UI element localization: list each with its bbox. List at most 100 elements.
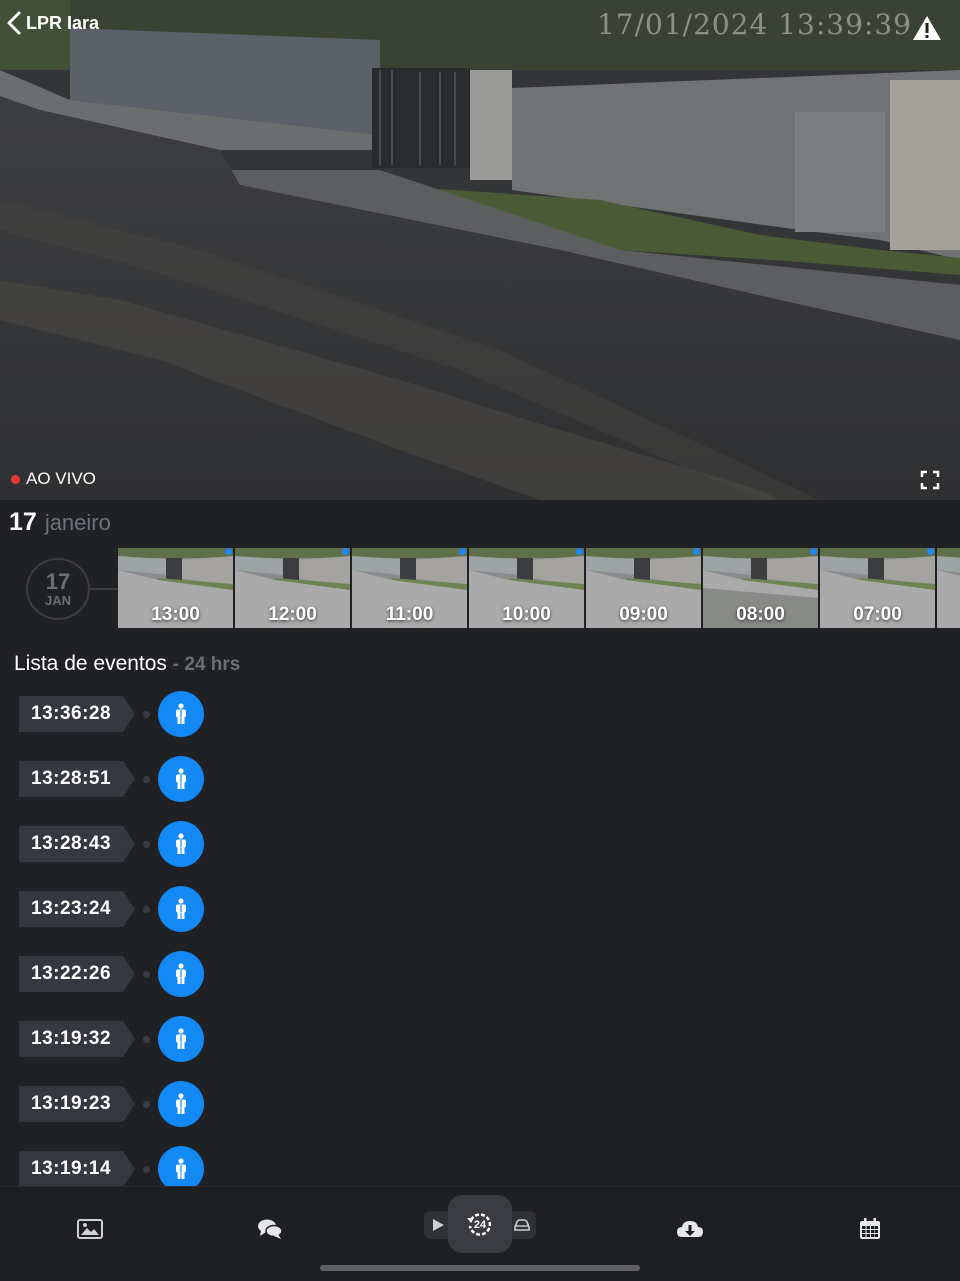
event-row[interactable]: 13:19:23 — [19, 1080, 204, 1128]
svg-text:24: 24 — [474, 1219, 487, 1231]
thumbnail-image — [937, 548, 960, 628]
fullscreen-icon[interactable] — [920, 470, 940, 490]
chat-icon — [258, 1219, 283, 1239]
event-marker — [459, 548, 466, 555]
event-connector — [143, 710, 150, 718]
day-badge[interactable]: 17 JAN — [26, 558, 90, 620]
events-title: Lista de eventos — [14, 652, 167, 675]
date-month: janeiro — [44, 510, 111, 535]
thumbnail-time-label: 12:00 — [268, 604, 317, 625]
event-connector — [143, 840, 150, 848]
event-time: 13:19:32 — [19, 1021, 135, 1057]
day-badge-month: JAN — [44, 593, 71, 608]
calendar-button[interactable] — [848, 1209, 892, 1249]
thumbnail-time-label: 07:00 — [853, 604, 902, 625]
person-icon — [176, 963, 186, 984]
chevron-left-icon — [7, 11, 21, 35]
events-subtitle: - 24 hrs — [172, 654, 241, 675]
timeline-connector — [89, 588, 118, 590]
event-marker — [342, 548, 349, 555]
event-time-text: 13:28:43 — [31, 833, 112, 854]
chat-button[interactable] — [248, 1209, 292, 1249]
live-label: AO VIVO — [26, 469, 96, 488]
timeline-thumbnail[interactable] — [937, 548, 960, 628]
person-icon — [176, 1158, 186, 1179]
event-time-text: 13:22:26 — [31, 963, 112, 984]
home-indicator[interactable] — [320, 1265, 640, 1271]
person-event-button[interactable] — [158, 1016, 204, 1062]
event-connector — [143, 1035, 150, 1043]
event-time: 13:28:51 — [19, 761, 135, 797]
event-row[interactable]: 13:28:43 — [19, 820, 204, 868]
thumbnail-time-label: 09:00 — [619, 604, 668, 625]
camera-title: LPR Iara — [26, 12, 100, 33]
person-event-button[interactable] — [158, 821, 204, 867]
event-connector — [143, 970, 150, 978]
timeline-thumbnail[interactable]: 09:00 — [586, 548, 701, 628]
play-icon — [433, 1219, 444, 1231]
person-event-button[interactable] — [158, 1146, 204, 1186]
vehicle-filter-button[interactable] — [508, 1211, 536, 1239]
event-time-text: 13:19:14 — [31, 1158, 112, 1179]
event-row[interactable]: 13:23:24 — [19, 885, 204, 933]
events-header: Lista de eventos - 24 hrs — [14, 652, 240, 676]
live-indicator: AO VIVO — [11, 469, 96, 489]
event-connector — [143, 905, 150, 913]
person-event-button[interactable] — [158, 756, 204, 802]
event-row[interactable]: 13:28:51 — [19, 755, 204, 803]
event-row[interactable]: 13:22:26 — [19, 950, 204, 998]
event-row[interactable]: 13:19:14 — [19, 1145, 204, 1186]
event-time: 13:19:14 — [19, 1151, 135, 1186]
timeline-thumbnail[interactable]: 13:00 — [118, 548, 233, 628]
camera-image — [0, 0, 960, 500]
event-time-text: 13:36:28 — [31, 703, 112, 724]
thumbnail-time-label: 13:00 — [151, 604, 200, 625]
date-day: 17 — [9, 508, 37, 536]
live-dot — [11, 474, 20, 484]
person-event-button[interactable] — [158, 691, 204, 737]
osd-timestamp: 17/01/2024 13:39:39 — [596, 8, 912, 41]
event-connector — [143, 1100, 150, 1108]
person-icon — [176, 1028, 186, 1049]
timeline-thumbnail[interactable]: 08:00 — [703, 548, 818, 628]
event-time: 13:28:43 — [19, 826, 135, 862]
event-row[interactable]: 13:36:28 — [19, 690, 204, 738]
event-time: 13:19:23 — [19, 1086, 135, 1122]
person-icon — [176, 833, 186, 854]
person-event-button[interactable] — [158, 886, 204, 932]
event-connector — [143, 1165, 150, 1173]
event-marker — [693, 548, 700, 555]
cloud-download-button[interactable] — [668, 1209, 712, 1249]
day-badge-number: 17 — [45, 569, 71, 594]
24h-replay-button[interactable]: 24 — [448, 1195, 512, 1253]
person-icon — [176, 703, 186, 724]
cloud-download-icon — [677, 1221, 703, 1237]
thumbnail-time-label: 08:00 — [736, 604, 785, 625]
timeline-thumbnail[interactable]: 10:00 — [469, 548, 584, 628]
person-icon — [176, 898, 186, 919]
person-icon — [176, 768, 186, 789]
event-row[interactable]: 13:19:32 — [19, 1015, 204, 1063]
event-list[interactable]: 13:36:28 13:28:51 13:28:43 13:23:24 13:22:26… — [19, 690, 419, 1186]
car-icon — [514, 1219, 530, 1231]
calendar-icon — [860, 1218, 880, 1239]
person-icon — [176, 1093, 186, 1114]
gallery-icon — [77, 1219, 103, 1239]
timeline-thumbnails: 13:00 12:00 11:00 10:00 09:00 08:00 07:00 — [118, 548, 960, 628]
event-marker — [225, 548, 232, 555]
warning-icon[interactable] — [912, 14, 942, 42]
event-marker — [810, 548, 817, 555]
timeline-thumbnail[interactable]: 11:00 — [352, 548, 467, 628]
event-time-text: 13:23:24 — [31, 898, 112, 919]
person-event-button[interactable] — [158, 951, 204, 997]
camera-feed[interactable]: LPR Iara 17/01/2024 13:39:39 AO VIVO — [0, 0, 960, 500]
back-button[interactable]: LPR Iara — [6, 10, 99, 36]
event-time-text: 13:19:23 — [31, 1093, 112, 1114]
event-connector — [143, 775, 150, 783]
event-time: 13:23:24 — [19, 891, 135, 927]
event-marker — [927, 548, 934, 555]
gallery-button[interactable] — [68, 1209, 112, 1249]
timeline-thumbnail[interactable]: 12:00 — [235, 548, 350, 628]
timeline-thumbnail[interactable]: 07:00 — [820, 548, 935, 628]
person-event-button[interactable] — [158, 1081, 204, 1127]
